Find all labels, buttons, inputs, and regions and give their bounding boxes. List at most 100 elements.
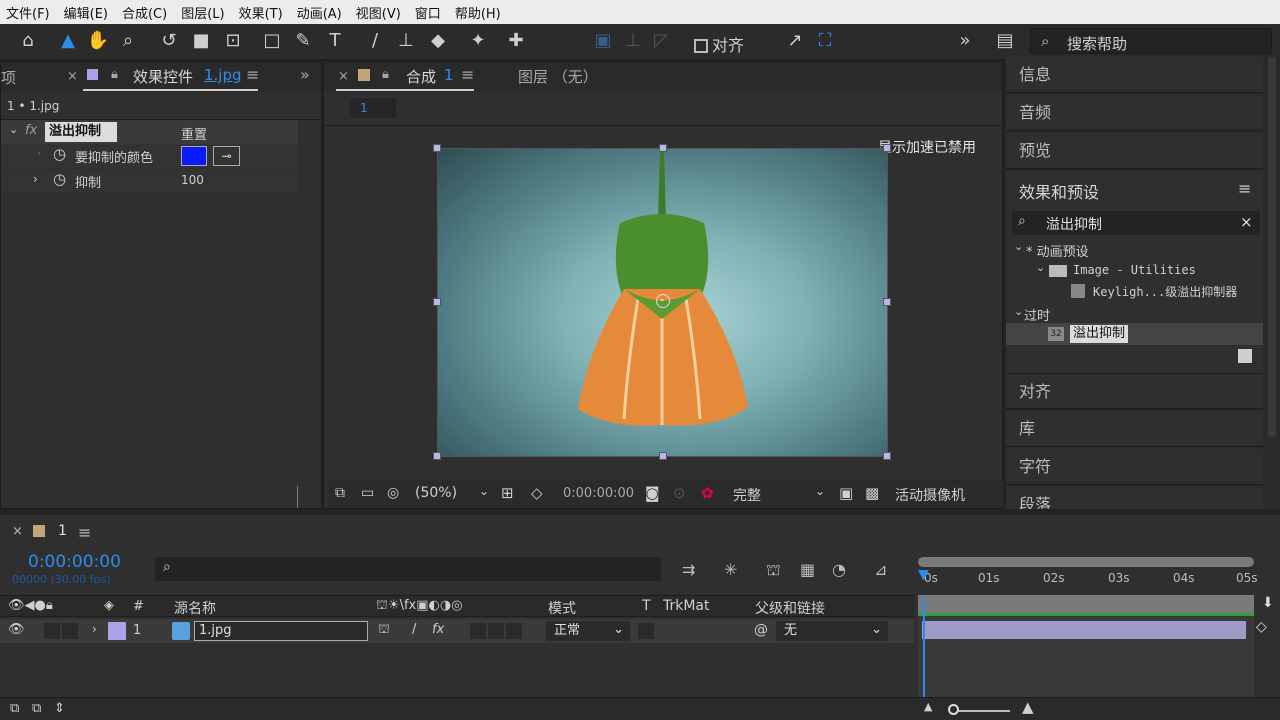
hand-tool-icon[interactable]: ✋: [85, 28, 111, 54]
time-ruler[interactable]: 0s 01s 02s 03s 04s 05s: [918, 567, 1258, 589]
chevron-down-icon[interactable]: ⌄: [815, 484, 825, 498]
snap-icon[interactable]: ↗: [782, 28, 808, 54]
fast-preview-icon[interactable]: ▣: [839, 484, 853, 502]
tree-image-utilities[interactable]: Image - Utilities: [1073, 263, 1196, 277]
workspace-icon[interactable]: ▤: [990, 28, 1020, 54]
transform-handle[interactable]: [883, 144, 891, 152]
active-camera-dropdown[interactable]: 活动摄像机: [895, 485, 965, 505]
transform-handle[interactable]: [659, 452, 667, 460]
home-icon[interactable]: ⌂: [15, 28, 41, 54]
frame-blending-icon[interactable]: ▦: [800, 560, 815, 579]
layer-row[interactable]: 👁︎ › 1 1.jpg ⛫ / fx 正常 ⌄ @ 无 ⌄: [0, 619, 914, 643]
chevron-down-icon[interactable]: ⌄: [1036, 261, 1045, 274]
stopwatch-icon[interactable]: ◷: [53, 145, 66, 163]
audio-panel-header[interactable]: 音频: [1006, 95, 1263, 131]
effect-controls-tab-file[interactable]: 1.jpg: [204, 66, 242, 84]
col-source-name[interactable]: 源名称: [174, 598, 216, 618]
resolution-dropdown[interactable]: 完整: [733, 485, 761, 505]
tree-obsolete[interactable]: 过时: [1024, 305, 1050, 324]
camera-tool-icon[interactable]: ■: [188, 28, 214, 54]
tree-keylight-preset[interactable]: Keyligh...级溢出抑制器: [1093, 283, 1237, 300]
layer-name[interactable]: 1.jpg: [194, 621, 368, 641]
composition-tab-title[interactable]: 合成: [406, 66, 436, 87]
timeline-track-area[interactable]: [918, 595, 1254, 697]
project-tab[interactable]: 项目: [1, 67, 17, 88]
suppression-value[interactable]: 100: [181, 173, 204, 187]
paragraph-panel-header[interactable]: 段落: [1006, 487, 1263, 509]
tree-animation-presets[interactable]: * 动画预设: [1026, 241, 1089, 260]
stopwatch-icon[interactable]: ◷: [53, 170, 66, 188]
switch-box[interactable]: [470, 623, 486, 639]
zoom-out-icon[interactable]: ▲: [924, 700, 932, 713]
end-marker-icon[interactable]: ⬇: [1262, 595, 1274, 611]
rotate-tool-icon[interactable]: ↺: [156, 28, 182, 54]
work-area-bar[interactable]: [918, 557, 1254, 567]
lock-box[interactable]: [62, 623, 78, 639]
selection-tool-icon[interactable]: ▲: [55, 28, 81, 54]
comp-breadcrumb[interactable]: 1: [350, 98, 396, 118]
library-panel-header[interactable]: 库: [1006, 411, 1263, 447]
transform-handle[interactable]: [883, 452, 891, 460]
eraser-tool-icon[interactable]: ◆: [425, 28, 451, 54]
clone-stamp-tool-icon[interactable]: ⊥: [393, 28, 419, 54]
chevron-down-icon[interactable]: ⌄: [479, 484, 489, 498]
menu-animation[interactable]: 动画(A): [297, 3, 342, 22]
menu-file[interactable]: 文件(F): [6, 3, 50, 22]
local-axis-icon[interactable]: ▣: [590, 28, 616, 54]
scrollbar[interactable]: [1268, 57, 1276, 437]
comp-button-icon[interactable]: ◇: [1256, 619, 1267, 635]
modes-toggle-icon[interactable]: ⧉: [32, 701, 41, 716]
transform-handle[interactable]: [433, 144, 441, 152]
monitor-icon[interactable]: ▭: [361, 485, 374, 501]
lock-icon[interactable]: 🔒︎: [382, 67, 389, 82]
timeline-tab-title[interactable]: 1: [58, 523, 67, 539]
panel-menu-icon[interactable]: ≡: [78, 523, 91, 542]
track-matte-box[interactable]: [638, 623, 654, 639]
world-axis-icon[interactable]: ⊥: [620, 28, 646, 54]
collapse-effect-icon[interactable]: ⌄: [9, 123, 18, 136]
composition-tab-num[interactable]: 1: [444, 66, 454, 84]
eye-icon[interactable]: 👁︎: [8, 622, 25, 637]
menu-help[interactable]: 帮助(H): [455, 3, 501, 22]
zoom-slider-thumb[interactable]: [948, 704, 959, 715]
brush-tool-icon[interactable]: /: [362, 28, 388, 54]
chevron-down-icon[interactable]: ⌄: [1014, 305, 1023, 318]
character-panel-header[interactable]: 字符: [1006, 449, 1263, 485]
align-toggle[interactable]: 对齐: [694, 32, 744, 56]
align-panel-header[interactable]: 对齐: [1006, 373, 1263, 409]
expand-panels-icon[interactable]: »: [300, 65, 310, 84]
preview-panel-header[interactable]: 预览: [1006, 133, 1263, 169]
snap-grid-icon[interactable]: ⛶: [812, 28, 838, 54]
layer-switches-toggle-icon[interactable]: ⧉: [10, 701, 19, 716]
graph-editor-icon[interactable]: ⊿: [874, 560, 887, 579]
zoom-tool-icon[interactable]: ⌕: [115, 28, 141, 54]
fx-switch-icon[interactable]: fx: [432, 622, 444, 637]
menu-layer[interactable]: 图层(L): [181, 3, 224, 22]
new-preset-icon[interactable]: [1238, 349, 1252, 363]
resize-handle[interactable]: [297, 486, 298, 508]
current-time[interactable]: 0:00:00:00: [563, 486, 634, 501]
comp-flowchart-icon[interactable]: ⇉: [682, 560, 695, 579]
pan-behind-tool-icon[interactable]: ⊡: [220, 28, 246, 54]
snapshot-icon[interactable]: ⧉: [335, 485, 345, 501]
transform-handle[interactable]: [883, 298, 891, 306]
help-search-box[interactable]: ⌕ 搜索帮助: [1030, 28, 1272, 54]
composition-canvas[interactable]: [433, 144, 891, 460]
pen-tool-icon[interactable]: ✎: [290, 28, 316, 54]
switch-box[interactable]: [506, 623, 522, 639]
close-tab-icon[interactable]: ×: [67, 69, 78, 84]
zoom-slider[interactable]: [950, 710, 1010, 712]
tree-spill-row[interactable]: 32 溢出抑制: [1006, 323, 1263, 345]
expand-property-icon[interactable]: ›: [33, 172, 38, 186]
close-tab-icon[interactable]: ×: [338, 69, 349, 84]
switch-box[interactable]: [488, 623, 504, 639]
reset-link[interactable]: 重置: [181, 124, 207, 143]
menu-edit[interactable]: 编辑(E): [64, 3, 108, 22]
eyedropper-icon[interactable]: ⊸: [213, 146, 240, 166]
mask-visibility-icon[interactable]: ◎: [387, 485, 399, 501]
playhead-icon[interactable]: ▼: [918, 567, 929, 583]
motion-blur-icon[interactable]: ◔: [832, 560, 846, 579]
menu-view[interactable]: 视图(V): [356, 3, 401, 22]
puppet-pin-tool-icon[interactable]: ✚: [503, 28, 529, 54]
timeline-search-input[interactable]: ⌕: [155, 557, 661, 581]
